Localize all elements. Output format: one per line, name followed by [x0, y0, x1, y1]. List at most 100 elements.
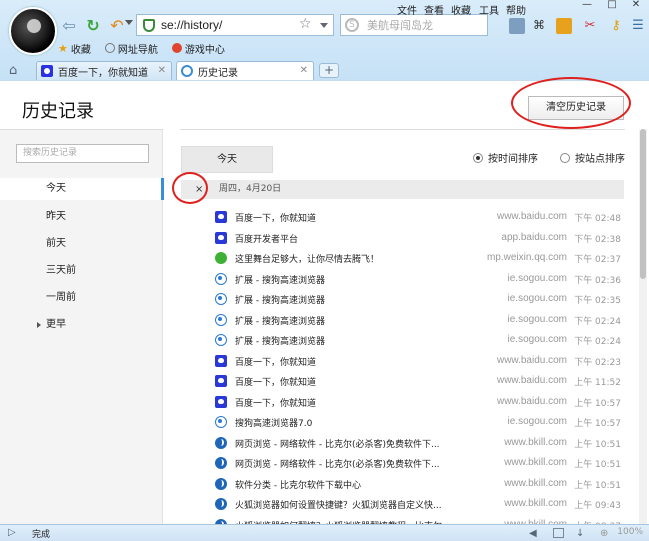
- home-icon[interactable]: ⌂: [9, 63, 17, 78]
- history-sidebar: 搜索历史记录 今天 昨天 前天 三天前 一周前 更早: [0, 129, 164, 525]
- sidebar-item-day-before[interactable]: 前天: [0, 233, 163, 255]
- history-row[interactable]: 这里舞台足够大，让你尽情去腾飞！ mp.weixin.qq.com 下午 02:37: [180, 248, 625, 269]
- history-title[interactable]: 搜狗高速浏览器7.0: [235, 416, 312, 429]
- history-row[interactable]: 火狐浏览器如何设置快捷键？火狐浏览器自定义快... www.bkill.com 上午…: [180, 494, 625, 515]
- tab-baidu[interactable]: 百度一下，你就知道 ✕: [36, 61, 172, 80]
- bookmark-star-icon[interactable]: ☆: [299, 16, 312, 32]
- volume-icon[interactable]: ◀: [529, 528, 540, 539]
- radio-unselected-icon[interactable]: [560, 152, 570, 163]
- url-nav-label: 网址导航: [117, 44, 158, 56]
- tab-history[interactable]: 历史记录 ✕: [176, 61, 314, 80]
- history-time: 下午 02:24: [574, 337, 621, 347]
- history-domain: www.baidu.com: [496, 211, 567, 222]
- history-time: 下午 02:48: [574, 214, 621, 224]
- star-icon: ★: [58, 41, 68, 55]
- history-title[interactable]: 网页浏览 - 网络软件 - 比克尔(必杀客)免费软件下...: [235, 457, 440, 470]
- history-row[interactable]: 百度开发者平台 app.baidu.com 下午 02:38: [180, 228, 625, 249]
- history-favicon-icon: [181, 65, 193, 77]
- address-dropdown-icon[interactable]: [320, 23, 328, 28]
- scrollbar[interactable]: [639, 129, 647, 525]
- undo-dropdown-icon[interactable]: [125, 20, 133, 25]
- sidebar-item-today[interactable]: 今天: [0, 178, 164, 200]
- history-title[interactable]: 火狐浏览器如何设置快捷键？火狐浏览器自定义快...: [235, 498, 442, 511]
- download-icon[interactable]: ↓: [576, 528, 587, 539]
- history-row[interactable]: 百度一下，你就知道 www.baidu.com 上午 10:57: [180, 392, 625, 413]
- search-box[interactable]: S 美航母闯岛龙: [340, 14, 488, 36]
- history-title[interactable]: 百度一下，你就知道: [235, 211, 316, 224]
- sidebar-toggle-icon[interactable]: [509, 18, 525, 34]
- history-row[interactable]: 网页浏览 - 网络软件 - 比克尔(必杀客)免费软件下... www.bkill.…: [180, 453, 625, 474]
- close-window-icon[interactable]: ✕: [628, 0, 644, 12]
- game-center-item[interactable]: 游戏中心: [171, 41, 225, 56]
- undo-icon[interactable]: ↶: [106, 14, 128, 36]
- history-title[interactable]: 扩展 - 搜狗高速浏览器: [235, 293, 325, 306]
- favorites-item[interactable]: ★ 收藏: [58, 41, 91, 56]
- sidebar-item-one-week[interactable]: 一周前: [0, 287, 163, 309]
- history-title[interactable]: 软件分类 - 比克尔软件下载中心: [235, 478, 361, 491]
- history-title[interactable]: 这里舞台足够大，让你尽情去腾飞！: [235, 252, 379, 265]
- history-row[interactable]: 扩展 - 搜狗高速浏览器 ie.sogou.com 下午 02:36: [180, 269, 625, 290]
- menu-help[interactable]: 帮助: [506, 2, 526, 17]
- refresh-icon[interactable]: ↻: [82, 14, 104, 36]
- scissors-icon[interactable]: ✂: [582, 18, 598, 34]
- tab-today[interactable]: 今天: [181, 146, 273, 173]
- history-row[interactable]: 软件分类 - 比克尔软件下载中心 www.bkill.com 上午 10:51: [180, 474, 625, 495]
- play-icon[interactable]: ▷: [8, 527, 16, 538]
- address-url[interactable]: se://history/: [161, 18, 222, 32]
- history-title[interactable]: 扩展 - 搜狗高速浏览器: [235, 314, 325, 327]
- history-title[interactable]: 百度一下，你就知道: [235, 375, 316, 388]
- history-title[interactable]: 百度一下，你就知道: [235, 355, 316, 368]
- window-icon[interactable]: [553, 528, 564, 538]
- baidu-favicon-icon: [215, 354, 227, 367]
- key-icon[interactable]: ⚷: [608, 18, 624, 34]
- history-time: 下午 02:38: [574, 234, 621, 245]
- sogou-search-icon[interactable]: S: [345, 18, 359, 32]
- history-title[interactable]: 百度一下，你就知道: [235, 396, 316, 409]
- sidebar-item-yesterday[interactable]: 昨天: [0, 206, 163, 228]
- expand-triangle-icon[interactable]: [37, 322, 41, 328]
- tab-close-icon[interactable]: ✕: [158, 65, 166, 76]
- history-page: 历史记录 清空历史记录 搜索历史记录 今天 昨天 前天 三天前 一周前 更早 今…: [0, 77, 649, 532]
- history-row[interactable]: 扩展 - 搜狗高速浏览器 ie.sogou.com 下午 02:24: [180, 310, 625, 331]
- url-nav-item[interactable]: 网址导航: [104, 41, 158, 56]
- scrollbar-thumb[interactable]: [640, 129, 646, 279]
- history-search-input[interactable]: 搜索历史记录: [16, 144, 149, 163]
- menu-file[interactable]: 文件: [397, 2, 417, 17]
- history-domain: www.bkill.com: [504, 436, 567, 448]
- new-tab-button[interactable]: +: [319, 63, 339, 78]
- sidebar-item-earlier[interactable]: 更早: [0, 314, 163, 336]
- history-row[interactable]: 网页浏览 - 网络软件 - 比克尔(必杀客)免费软件下... www.bkill.…: [180, 433, 625, 454]
- zoom-icon[interactable]: ⊕: [600, 528, 611, 539]
- history-row[interactable]: 扩展 - 搜狗高速浏览器 ie.sogou.com 下午 02:24: [180, 330, 625, 351]
- radio-selected-icon[interactable]: [473, 152, 483, 163]
- history-row[interactable]: 百度一下，你就知道 www.baidu.com 上午 11:52: [180, 371, 625, 392]
- sort-by-site-radio[interactable]: 按站点排序: [560, 150, 625, 165]
- settings-menu-icon[interactable]: ☰: [630, 18, 646, 34]
- menu-view[interactable]: 查看: [424, 2, 444, 17]
- extension-icon[interactable]: [556, 18, 572, 34]
- back-arrow-icon[interactable]: ⇦: [58, 14, 80, 36]
- user-avatar[interactable]: [9, 7, 57, 55]
- history-row[interactable]: 百度一下，你就知道 www.baidu.com 下午 02:23: [180, 351, 625, 372]
- menu-favorites[interactable]: 收藏: [451, 2, 471, 17]
- sort-by-time-radio[interactable]: 按时间排序: [473, 150, 538, 165]
- history-title[interactable]: 百度开发者平台: [235, 232, 298, 245]
- page-title: 历史记录: [22, 101, 94, 122]
- minimize-icon[interactable]: —: [579, 0, 595, 12]
- zoom-level[interactable]: 100%: [617, 527, 643, 537]
- search-placeholder[interactable]: 美航母闯岛龙: [367, 17, 433, 33]
- globe-icon: [104, 43, 115, 53]
- tab-close-icon[interactable]: ✕: [300, 65, 308, 76]
- history-row[interactable]: 扩展 - 搜狗高速浏览器 ie.sogou.com 下午 02:35: [180, 289, 625, 310]
- date-header: × 周四，4月20日: [181, 180, 624, 199]
- qr-icon[interactable]: ⌘: [531, 18, 547, 34]
- history-time: 下午 02:23: [574, 357, 621, 368]
- history-row[interactable]: 百度一下，你就知道 www.baidu.com 下午 02:48: [180, 207, 625, 228]
- history-title[interactable]: 扩展 - 搜狗高速浏览器: [235, 334, 325, 347]
- sidebar-item-three-days[interactable]: 三天前: [0, 260, 163, 282]
- history-row[interactable]: 搜狗高速浏览器7.0 ie.sogou.com 上午 10:57: [180, 412, 625, 433]
- history-title[interactable]: 网页浏览 - 网络软件 - 比克尔(必杀客)免费软件下...: [235, 437, 440, 450]
- history-title[interactable]: 扩展 - 搜狗高速浏览器: [235, 273, 325, 286]
- menu-tools[interactable]: 工具: [479, 2, 499, 17]
- maximize-icon[interactable]: □: [604, 0, 620, 12]
